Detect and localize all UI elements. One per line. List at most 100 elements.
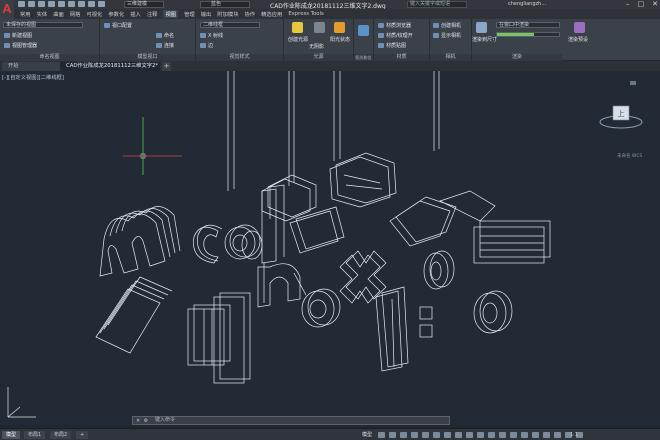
annotation-scale[interactable]: 1:1 xyxy=(566,431,582,439)
render-preset-button[interactable]: 渲染预设 xyxy=(568,36,588,43)
xray-button[interactable]: X 射线 xyxy=(200,32,223,39)
transparency-icon[interactable] xyxy=(455,432,462,438)
tab-7[interactable]: 注释 xyxy=(147,10,158,18)
tab-13[interactable]: 精选应用 xyxy=(261,10,282,18)
navigation-bar-toggle[interactable] xyxy=(630,81,636,85)
saveas-icon[interactable] xyxy=(48,1,55,7)
save-icon[interactable] xyxy=(38,1,45,7)
layout-tab-1[interactable]: 布局1 xyxy=(24,431,46,439)
tab-9[interactable]: 管理 xyxy=(184,10,195,18)
maximize-button[interactable]: □ xyxy=(638,0,645,8)
visual-style-dropdown[interactable]: 二维线框 xyxy=(200,22,260,28)
create-camera-button[interactable]: 创建相机 xyxy=(433,22,461,29)
user-account[interactable]: chengliangzh... xyxy=(508,1,546,7)
wcs-label[interactable]: 未命名 WCS xyxy=(617,153,642,159)
viewport-config-button[interactable]: 视口配置 xyxy=(104,22,132,29)
tab-5[interactable]: 参数化 xyxy=(108,10,124,18)
tab-4[interactable]: 可视化 xyxy=(86,10,102,18)
drawing-viewport[interactable]: [-][自定义视图][二维线框] 上 未命名 WCS xyxy=(0,71,660,425)
create-light-button[interactable]: 创建光源 xyxy=(288,36,308,43)
tab-12[interactable]: 协作 xyxy=(245,10,256,18)
match-icon[interactable] xyxy=(98,1,105,7)
isolate-icon[interactable] xyxy=(543,432,550,438)
command-line[interactable]: 键入命令 xyxy=(132,416,450,425)
new-icon[interactable] xyxy=(18,1,25,7)
render-progress-bar xyxy=(496,32,560,37)
named-view-dropdown[interactable]: 未保存的视图 xyxy=(3,22,83,28)
tab-11[interactable]: 附加模块 xyxy=(217,10,238,18)
lineweight-icon[interactable] xyxy=(444,432,451,438)
new-view-button[interactable]: 新建视图 xyxy=(4,32,32,39)
viewcube[interactable]: 上 xyxy=(598,102,644,130)
join-viewport-button[interactable]: 连接 xyxy=(156,42,174,49)
tab-start[interactable]: 开始 xyxy=(2,62,60,71)
workspace-select[interactable]: 三维建模 xyxy=(124,1,164,8)
materials-browser-button[interactable]: 材质浏览器 xyxy=(378,22,411,29)
ortho-icon[interactable] xyxy=(400,432,407,438)
named-viewport-button[interactable]: 命名 xyxy=(156,32,174,39)
layout-tab-2[interactable]: 布局2 xyxy=(50,431,72,439)
shadow-icon[interactable] xyxy=(314,22,325,33)
edge-button[interactable]: 边 xyxy=(200,42,213,49)
3d-text-wireframe xyxy=(7,71,551,418)
ribbon-group-title: 命名视图 xyxy=(0,54,99,61)
tab-10[interactable]: 输出 xyxy=(201,10,212,18)
otrack-icon[interactable] xyxy=(433,432,440,438)
undo-icon[interactable] xyxy=(78,1,85,7)
no-shadow-button[interactable]: 无阴影 xyxy=(309,43,324,50)
grid-icon[interactable] xyxy=(378,432,385,438)
tab-2[interactable]: 曲面 xyxy=(53,10,64,18)
material-mapping-button[interactable]: 材质贴图 xyxy=(378,42,406,49)
tab-drawing[interactable]: CAD作业陈成龙20181112三维文字2* xyxy=(60,62,160,71)
app-logo[interactable]: A xyxy=(0,0,14,20)
material-texture-button[interactable]: 材质/纹理开 xyxy=(378,32,413,39)
redo-icon[interactable] xyxy=(88,1,95,7)
units-icon[interactable] xyxy=(532,432,539,438)
add-tab-button[interactable]: + xyxy=(162,62,171,71)
render-preset-icon[interactable] xyxy=(574,22,585,33)
render-to-size-button[interactable]: 渲染到尺寸 xyxy=(472,36,497,43)
add-layout-button[interactable]: + xyxy=(76,431,89,439)
polar-icon[interactable] xyxy=(411,432,418,438)
annotation-scale-icon[interactable] xyxy=(499,432,506,438)
close-icon[interactable]: ✕ xyxy=(136,418,140,424)
tab-14[interactable]: Express Tools xyxy=(288,11,323,17)
sun-status-button[interactable]: 阳光状态 xyxy=(330,36,350,43)
block-bottom-right xyxy=(375,286,409,372)
annotation-monitor-icon[interactable] xyxy=(521,432,528,438)
hardware-acceleration-icon[interactable] xyxy=(554,432,561,438)
tab-6[interactable]: 插入 xyxy=(130,10,141,18)
web-icon[interactable] xyxy=(58,1,65,7)
snap-icon[interactable] xyxy=(389,432,396,438)
selection-cycling-icon[interactable] xyxy=(466,432,473,438)
show-camera-button[interactable]: 显示相机 xyxy=(433,32,461,39)
ribbon-group-named-views: 未保存的视图 新建视图 视图管理器 命名视图 xyxy=(0,19,100,61)
search-input[interactable]: 键入关键字或短语 xyxy=(407,1,467,8)
tab-0[interactable]: 常用 xyxy=(20,10,31,18)
ribbon-group-title: 模型视口 xyxy=(100,54,195,61)
workspace-icon[interactable] xyxy=(510,432,517,438)
render-window-dropdown[interactable]: 在窗口中渲染 xyxy=(496,22,560,28)
view-manager-button[interactable]: 视图管理器 xyxy=(4,42,37,49)
tab-8[interactable]: 视图 xyxy=(163,10,179,18)
tab-1[interactable]: 实体 xyxy=(37,10,48,18)
dynamic-ucs-icon[interactable] xyxy=(488,432,495,438)
sun-icon[interactable] xyxy=(334,22,345,33)
wrench-icon[interactable]: ⚙ xyxy=(144,418,148,424)
close-button[interactable]: ✕ xyxy=(652,0,658,8)
teapot-icon[interactable] xyxy=(476,22,487,33)
location-icon[interactable] xyxy=(358,25,369,36)
minimize-button[interactable]: – xyxy=(626,0,630,8)
layout-tab-model[interactable]: 模型 xyxy=(2,431,21,439)
status-toggles xyxy=(378,432,583,438)
command-input[interactable]: 键入命令 xyxy=(155,417,175,423)
plot-icon[interactable] xyxy=(68,1,75,7)
layer-select[interactable]: 蓝色 xyxy=(200,1,250,8)
model-space-label[interactable]: 模型 xyxy=(362,431,372,439)
3d-osnap-icon[interactable] xyxy=(477,432,484,438)
osnap-icon[interactable] xyxy=(422,432,429,438)
open-icon[interactable] xyxy=(28,1,35,7)
tab-3[interactable]: 网格 xyxy=(70,10,81,18)
light-bulb-icon[interactable] xyxy=(292,22,303,33)
slab-left xyxy=(95,276,173,354)
